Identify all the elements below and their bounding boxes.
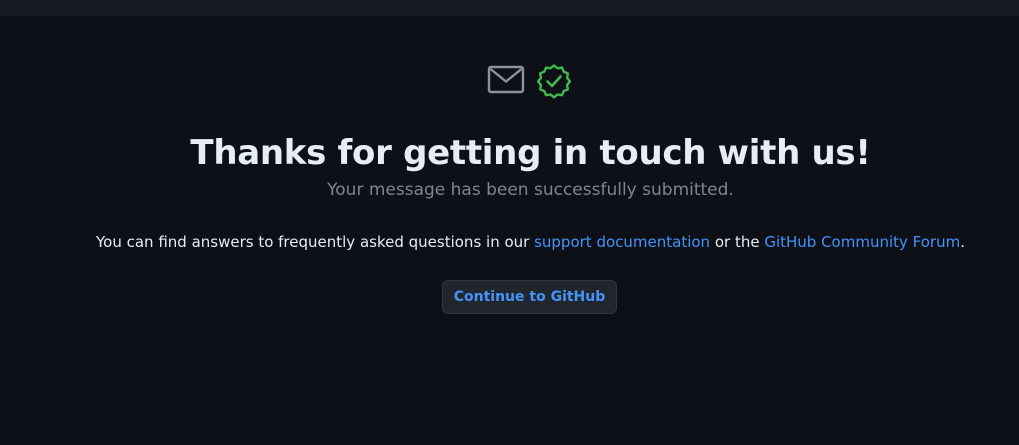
help-text-prefix: You can find answers to frequently asked…: [95, 233, 535, 251]
support-documentation-link[interactable]: support documentation: [534, 233, 710, 251]
top-bar: [0, 0, 1019, 16]
verified-check-icon: [536, 63, 572, 103]
page-subtitle: Your message has been successfully submi…: [327, 180, 734, 200]
help-text-middle: or the: [710, 233, 765, 251]
community-forum-link[interactable]: GitHub Community Forum: [764, 233, 960, 251]
submission-confirmation-page: Thanks for getting in touch with us! You…: [0, 16, 1019, 445]
help-text: You can find answers to frequently asked…: [0, 232, 1019, 252]
mail-icon: [487, 65, 525, 99]
continue-to-github-button[interactable]: Continue to GitHub: [442, 280, 617, 314]
status-icons: [487, 63, 577, 99]
page-title: Thanks for getting in touch with us!: [190, 133, 871, 173]
help-text-suffix: .: [960, 233, 965, 251]
